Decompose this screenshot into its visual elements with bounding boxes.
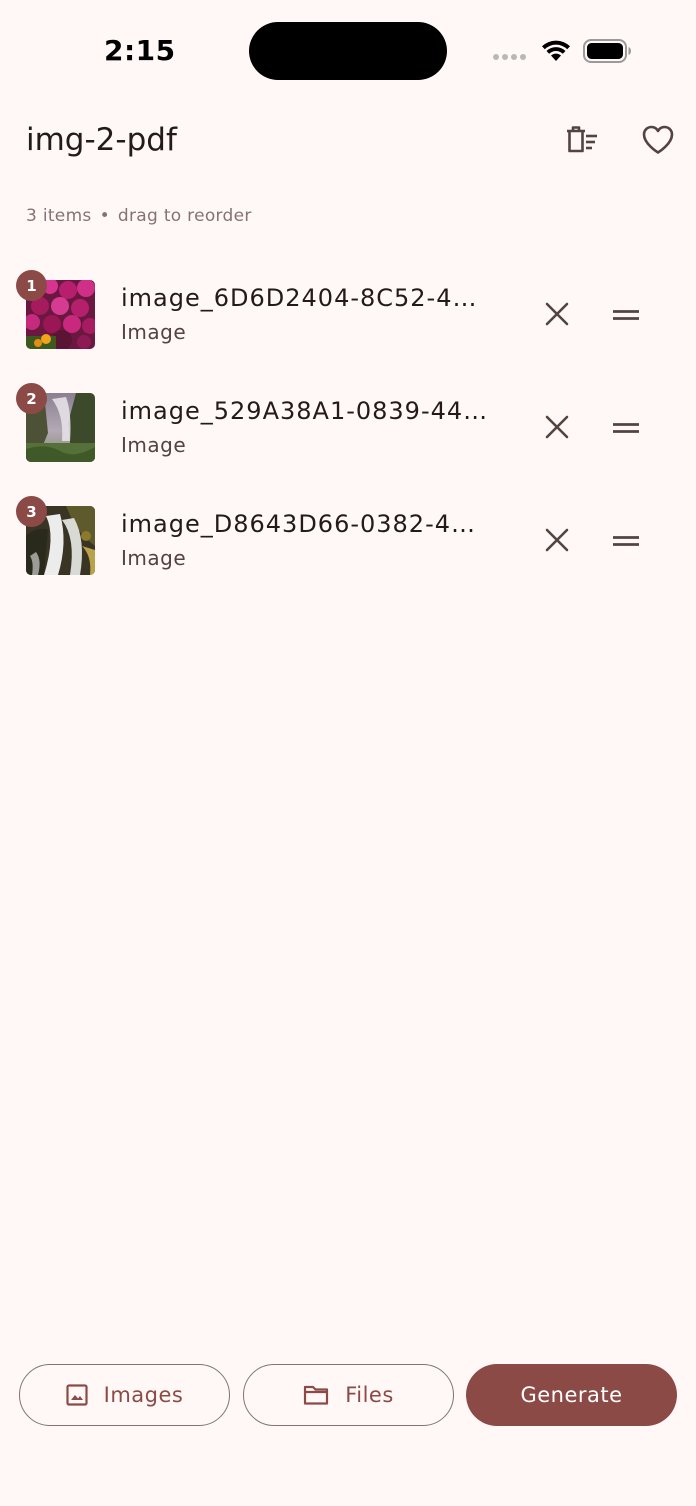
drag-handle-icon xyxy=(612,307,640,326)
order-badge: 3 xyxy=(16,496,47,527)
folder-icon xyxy=(303,1384,329,1406)
list-summary: 3 items • drag to reorder xyxy=(26,206,252,226)
drag-handle[interactable] xyxy=(602,405,650,453)
list-item[interactable]: 3 image_D8643D66-0382-4… Image xyxy=(0,482,696,595)
file-name: image_529A38A1-0839-44… xyxy=(121,397,489,425)
image-icon xyxy=(66,1384,88,1406)
add-images-button[interactable]: Images xyxy=(19,1364,230,1426)
files-button-label: Files xyxy=(345,1383,394,1407)
drag-handle-icon xyxy=(612,420,640,439)
generate-button-label: Generate xyxy=(520,1383,623,1407)
file-type: Image xyxy=(121,433,187,457)
close-icon xyxy=(544,301,570,331)
dynamic-island xyxy=(249,22,447,80)
add-files-button[interactable]: Files xyxy=(243,1364,454,1426)
close-icon xyxy=(544,414,570,444)
list-item[interactable]: 2 image_529A38A1-0839-44… Image xyxy=(0,369,696,482)
drag-handle-icon xyxy=(612,533,640,552)
remove-item-button[interactable] xyxy=(533,292,581,340)
app-title: img-2-pdf xyxy=(26,122,177,158)
wifi-icon xyxy=(539,37,573,67)
reorder-hint: drag to reorder xyxy=(117,206,252,226)
generate-button[interactable]: Generate xyxy=(466,1364,677,1426)
drag-handle[interactable] xyxy=(602,518,650,566)
file-name: image_6D6D2404-8C52-4… xyxy=(121,284,478,312)
images-button-label: Images xyxy=(103,1383,184,1407)
battery-icon xyxy=(583,38,633,68)
file-name: image_D8643D66-0382-4… xyxy=(121,510,476,538)
file-type: Image xyxy=(121,546,187,570)
close-icon xyxy=(544,527,570,557)
file-type: Image xyxy=(121,320,187,344)
order-badge: 2 xyxy=(16,383,47,414)
drag-handle[interactable] xyxy=(602,292,650,340)
status-time: 2:15 xyxy=(104,34,176,67)
heart-icon xyxy=(641,124,675,160)
order-badge: 1 xyxy=(16,270,47,301)
separator-dot: • xyxy=(99,206,110,226)
remove-item-button[interactable] xyxy=(533,405,581,453)
item-count: 3 items xyxy=(26,206,92,226)
remove-item-button[interactable] xyxy=(533,518,581,566)
list-item[interactable]: 1 image_6D6D2404-8C52-4… Image xyxy=(0,256,696,369)
clear-all-button[interactable] xyxy=(558,118,606,166)
clear-all-icon xyxy=(564,124,600,160)
cellular-signal-icon xyxy=(493,54,526,60)
favorite-button[interactable] xyxy=(634,118,682,166)
